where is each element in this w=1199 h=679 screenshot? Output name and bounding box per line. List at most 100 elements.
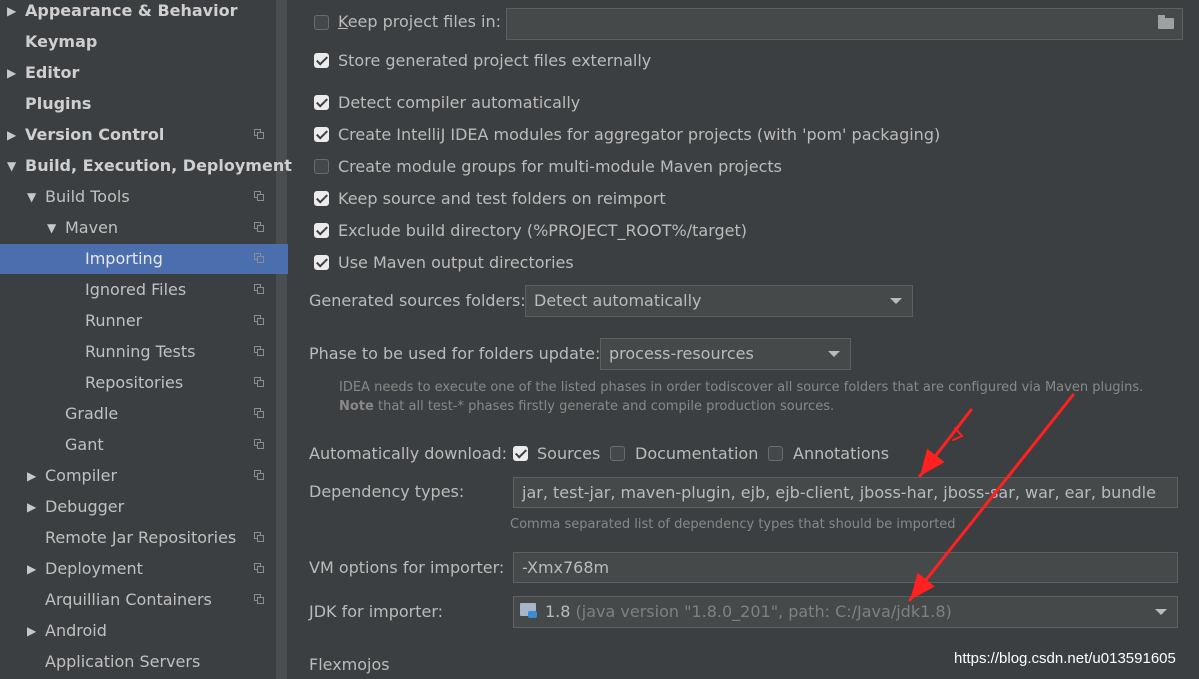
store-externally-label: Store generated project files externally (338, 51, 652, 70)
sidebar-item-build-execution-deployment[interactable]: ▼ Build, Execution, Deployment (0, 151, 292, 181)
project-level-icon (254, 563, 265, 574)
project-level-icon (254, 315, 265, 326)
sidebar-item-label: Appearance & Behavior (25, 1, 238, 20)
keep-project-files-label-rest: eep project files in: (347, 12, 502, 31)
project-level-icon (254, 408, 265, 419)
collapse-arrow-icon[interactable]: ▶ (27, 616, 36, 646)
expand-arrow-icon[interactable]: ▼ (47, 213, 56, 243)
use-output-dirs-checkbox[interactable] (314, 255, 329, 270)
phase-label: Phase to be used for folders update: (309, 344, 601, 363)
settings-sidebar: ▶ Appearance & Behavior Keymap ▶ Editor Plugi… (0, 0, 292, 679)
project-level-icon (254, 346, 265, 357)
project-level-icon (254, 439, 265, 450)
project-level-icon (254, 284, 265, 295)
project-level-icon (254, 222, 265, 233)
collapse-arrow-icon[interactable]: ▶ (27, 461, 36, 491)
sidebar-item-label: Gradle (65, 404, 119, 423)
expand-arrow-icon[interactable]: ▼ (7, 151, 16, 181)
project-level-icon (254, 532, 265, 543)
sidebar-item-debugger[interactable]: ▶ Debugger (0, 492, 276, 522)
dependency-types-input[interactable]: jar, test-jar, maven-plugin, ejb, ejb-cl… (513, 477, 1178, 508)
sidebar-item-keymap[interactable]: Keymap (0, 27, 276, 57)
collapse-arrow-icon[interactable]: ▶ (7, 58, 16, 88)
sidebar-item-ignored-files[interactable]: Ignored Files (0, 275, 276, 305)
sidebar-item-label: Compiler (45, 466, 118, 485)
keep-project-files-path-field[interactable] (506, 8, 1183, 40)
collapse-arrow-icon[interactable]: ▶ (7, 120, 16, 150)
create-modules-checkbox[interactable] (314, 127, 329, 142)
phase-hint-line-1: IDEA needs to execute one of the listed … (339, 380, 1144, 395)
jdk-importer-combo[interactable]: 1.8 (java version "1.8.0_201", path: C:/… (513, 596, 1178, 628)
sidebar-item-application-servers[interactable]: Application Servers (0, 647, 276, 677)
sidebar-item-version-control[interactable]: ▶ Version Control (0, 120, 276, 150)
sidebar-item-label: Repositories (85, 373, 184, 392)
jdk-importer-value: 1.8 (java version "1.8.0_201", path: C:/… (545, 597, 952, 627)
sidebar-item-label: Remote Jar Repositories (45, 528, 237, 547)
generated-sources-label: Generated sources folders: (309, 291, 526, 310)
sidebar-item-editor[interactable]: ▶ Editor (0, 58, 276, 88)
phase-hint-line-2: Note that all test-* phases firstly gene… (339, 398, 834, 416)
collapse-arrow-icon[interactable]: ▶ (27, 492, 36, 522)
sidebar-item-build-tools[interactable]: ▼ Build Tools (0, 182, 276, 212)
keep-project-files-checkbox[interactable] (314, 15, 329, 30)
maven-importing-panel: Keep project files in: Store generated p… (288, 0, 1199, 679)
expand-arrow-icon[interactable]: ▼ (27, 182, 36, 212)
phase-hint-rest: that all test-* phases firstly generate … (373, 399, 835, 414)
project-level-icon (254, 594, 265, 605)
sidebar-item-running-tests[interactable]: Running Tests (0, 337, 276, 367)
keep-source-folders-label: Keep source and test folders on reimport (338, 189, 666, 208)
sidebar-item-compiler[interactable]: ▶ Compiler (0, 461, 276, 491)
vm-options-value: -Xmx768m (522, 558, 610, 577)
jdk-folder-icon (520, 603, 537, 618)
create-module-groups-checkbox[interactable] (314, 159, 329, 174)
sidebar-item-label: Importing (85, 249, 163, 268)
download-documentation-label: Documentation (635, 444, 759, 463)
chevron-down-icon (828, 351, 840, 357)
sidebar-item-importing[interactable]: Importing (0, 244, 288, 274)
collapse-arrow-icon[interactable]: ▶ (7, 0, 16, 26)
sidebar-scrollbar[interactable] (276, 0, 287, 679)
sidebar-item-runner[interactable]: Runner (0, 306, 276, 336)
sidebar-item-maven[interactable]: ▼ Maven (0, 213, 276, 243)
dependency-types-value: jar, test-jar, maven-plugin, ejb, ejb-cl… (522, 483, 1156, 502)
create-module-groups-label: Create module groups for multi-module Ma… (338, 157, 782, 176)
sidebar-item-label: Maven (65, 218, 119, 237)
sidebar-item-label: Version Control (25, 125, 165, 144)
exclude-build-dir-checkbox[interactable] (314, 223, 329, 238)
sidebar-item-label: Keymap (25, 32, 98, 51)
download-sources-checkbox[interactable] (513, 446, 528, 461)
vm-options-label: VM options for importer: (309, 558, 505, 577)
download-documentation-checkbox[interactable] (610, 446, 625, 461)
collapse-arrow-icon[interactable]: ▶ (27, 554, 36, 584)
sidebar-item-label: Running Tests (85, 342, 196, 361)
keep-source-folders-checkbox[interactable] (314, 191, 329, 206)
project-level-icon (254, 191, 265, 202)
browse-folder-icon[interactable] (1158, 15, 1174, 29)
detect-compiler-checkbox[interactable] (314, 95, 329, 110)
sidebar-item-appearance-behavior[interactable]: ▶ Appearance & Behavior (0, 0, 276, 26)
store-externally-checkbox[interactable] (314, 53, 329, 68)
project-level-icon (254, 129, 265, 140)
generated-sources-combo[interactable]: Detect automatically (525, 285, 913, 317)
sidebar-item-gant[interactable]: Gant (0, 430, 276, 460)
sidebar-item-label: Arquillian Containers (45, 590, 212, 609)
mnemonic-k: K (338, 12, 348, 31)
sidebar-item-gradle[interactable]: Gradle (0, 399, 276, 429)
sidebar-item-remote-jar-repositories[interactable]: Remote Jar Repositories (0, 523, 276, 553)
sidebar-item-android[interactable]: ▶ Android (0, 616, 276, 646)
vm-options-input[interactable]: -Xmx768m (513, 552, 1178, 583)
sidebar-item-label: Gant (65, 435, 104, 454)
exclude-build-dir-label: Exclude build directory (%PROJECT_ROOT%/… (338, 221, 747, 240)
dependency-types-label: Dependency types: (309, 482, 465, 501)
sidebar-item-deployment[interactable]: ▶ Deployment (0, 554, 276, 584)
use-output-dirs-label: Use Maven output directories (338, 253, 574, 272)
sidebar-item-plugins[interactable]: Plugins (0, 89, 276, 119)
sidebar-item-arquillian-containers[interactable]: Arquillian Containers (0, 585, 276, 615)
download-annotations-checkbox[interactable] (768, 446, 783, 461)
keep-project-files-label: Keep project files in: (338, 12, 501, 32)
phase-combo[interactable]: process-resources (600, 338, 851, 370)
auto-download-label: Automatically download: (309, 444, 508, 463)
create-modules-label: Create IntelliJ IDEA modules for aggrega… (338, 125, 941, 144)
sidebar-item-repositories[interactable]: Repositories (0, 368, 276, 398)
generated-sources-value: Detect automatically (534, 291, 702, 310)
